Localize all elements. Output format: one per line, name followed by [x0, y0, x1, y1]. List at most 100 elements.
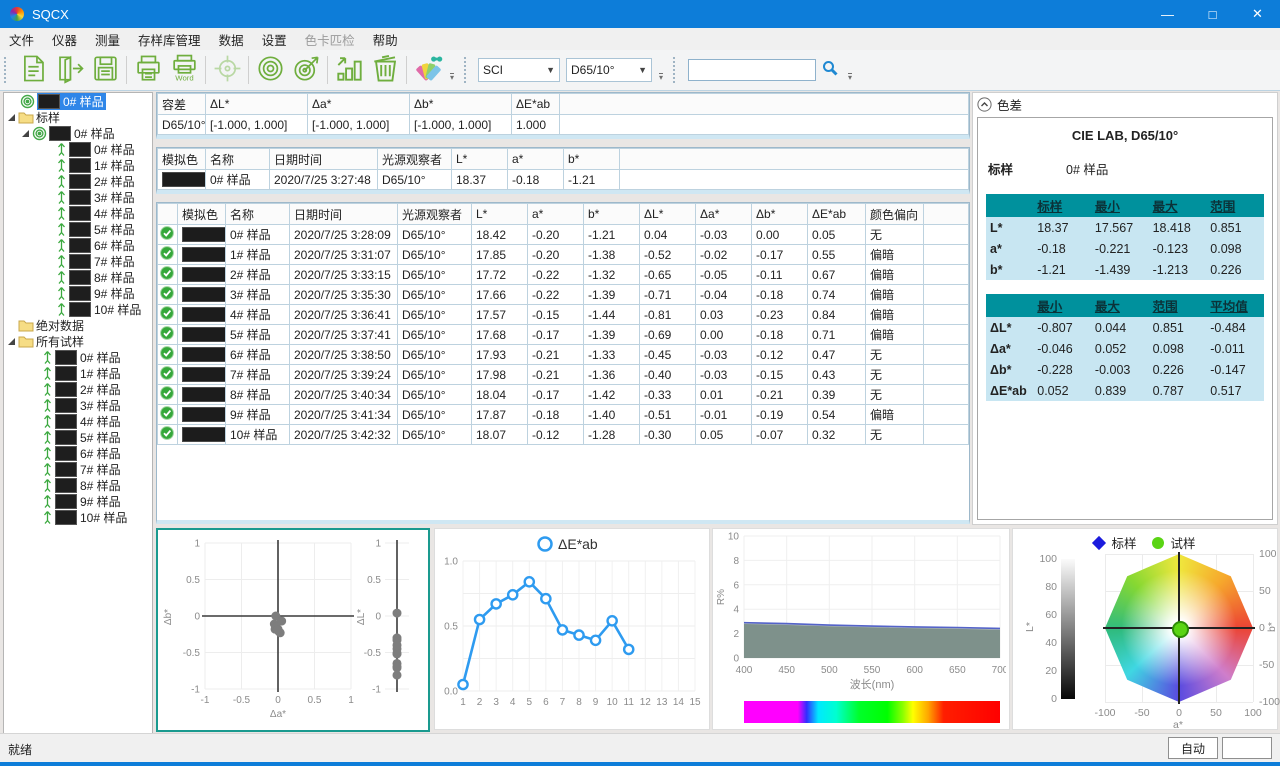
menu-item-5[interactable]: 设置	[253, 27, 296, 52]
maximize-button[interactable]: □	[1190, 0, 1235, 28]
tree-item[interactable]: 1# 样品	[4, 365, 152, 381]
calibrate-target-icon	[212, 53, 243, 87]
tree-item[interactable]: 2# 样品	[4, 381, 152, 397]
tree-item[interactable]: 5# 样品	[4, 221, 152, 237]
new-document-button[interactable]	[15, 52, 51, 88]
table-row: Δb*-0.228-0.0030.226-0.147	[986, 359, 1264, 380]
svg-text:400: 400	[736, 665, 753, 676]
sample-icon	[42, 446, 53, 461]
table-row[interactable]: 2# 样品2020/7/25 3:33:15D65/10°17.72-0.22-…	[158, 265, 969, 285]
toolbar-overflow-icon[interactable]: ▾	[659, 73, 663, 81]
tree-expander-icon[interactable]	[22, 130, 29, 137]
menu-item-4[interactable]: 数据	[210, 27, 253, 52]
illuminant-observer-select[interactable]: D65/10°▼	[566, 58, 652, 82]
tree-item[interactable]: 8# 样品	[4, 477, 152, 493]
tree-expander-icon[interactable]	[8, 338, 15, 345]
toolbar-overflow-icon[interactable]: ▾	[450, 73, 454, 81]
statistics-chart-button[interactable]	[331, 52, 367, 88]
menu-item-2[interactable]: 测量	[86, 27, 129, 52]
toolbar-grip[interactable]	[673, 57, 681, 83]
color-match-fan-button[interactable]	[410, 52, 446, 88]
search-icon[interactable]	[822, 60, 838, 81]
table-row[interactable]: 3# 样品2020/7/25 3:35:30D65/10°17.66-0.22-…	[158, 285, 969, 305]
table-row[interactable]: 9# 样品2020/7/25 3:41:34D65/10°17.87-0.18-…	[158, 405, 969, 425]
tree-item[interactable]: 10# 样品	[4, 509, 152, 525]
tree-item[interactable]: 7# 样品	[4, 461, 152, 477]
table-row[interactable]: 5# 样品2020/7/25 3:37:41D65/10°17.68-0.17-…	[158, 325, 969, 345]
menu-item-7[interactable]: 帮助	[364, 27, 407, 52]
table-row[interactable]: D65/10°[-1.000, 1.000][-1.000, 1.000][-1…	[158, 115, 969, 135]
tree-item[interactable]: 绝对数据	[4, 317, 152, 333]
tree-item[interactable]: 4# 样品	[4, 413, 152, 429]
search-input[interactable]	[688, 59, 816, 81]
pass-check-icon	[160, 326, 174, 340]
tree-item[interactable]: 1# 样品	[4, 157, 152, 173]
color-swatch	[162, 172, 206, 187]
table-row[interactable]: 10# 样品2020/7/25 3:42:32D65/10°18.07-0.12…	[158, 425, 969, 445]
tree-item[interactable]: 5# 样品	[4, 429, 152, 445]
table-header-row: 容差ΔL*Δa*Δb*ΔE*ab	[158, 94, 969, 115]
table-row[interactable]: 1# 样品2020/7/25 3:31:07D65/10°17.85-0.20-…	[158, 245, 969, 265]
menu-item-0[interactable]: 文件	[0, 27, 43, 52]
svg-text:波长(nm): 波长(nm)	[850, 678, 895, 691]
tree-item[interactable]: 所有试样	[4, 333, 152, 349]
toolbar-overflow-icon[interactable]: ▾	[848, 73, 852, 81]
tree-item[interactable]: 0# 样品	[4, 93, 152, 109]
collapse-button[interactable]	[977, 97, 992, 112]
tree-item-label: 0# 样品	[94, 141, 135, 158]
calibration-rings-button[interactable]	[252, 52, 288, 88]
folder-icon	[18, 318, 34, 332]
new-document-icon	[18, 53, 49, 87]
toolbar-grip[interactable]	[464, 57, 472, 83]
save-button[interactable]	[87, 52, 123, 88]
print-button[interactable]	[130, 52, 166, 88]
color-swatch	[55, 430, 77, 445]
calibrate-target-button[interactable]	[209, 52, 245, 88]
tree-item[interactable]: 3# 样品	[4, 189, 152, 205]
svg-text:3: 3	[493, 697, 499, 708]
tree-item[interactable]: 9# 样品	[4, 285, 152, 301]
menu-item-1[interactable]: 仪器	[43, 27, 86, 52]
tree-item[interactable]: 标样	[4, 109, 152, 125]
export-button[interactable]	[51, 52, 87, 88]
color-swatch	[69, 222, 91, 237]
pass-check-icon	[160, 346, 174, 360]
minimize-button[interactable]: —	[1145, 0, 1190, 28]
svg-text:550: 550	[864, 665, 881, 676]
color-swatch	[69, 190, 91, 205]
menu-item-3[interactable]: 存样库管理	[129, 27, 210, 52]
table-header-row: 最小最大范围平均值	[986, 294, 1264, 317]
table-row[interactable]: 7# 样品2020/7/25 3:39:24D65/10°17.98-0.21-…	[158, 365, 969, 385]
table-row[interactable]: 0# 样品2020/7/25 3:27:48D65/10°18.37-0.18-…	[158, 170, 969, 190]
tree-item[interactable]: 7# 样品	[4, 253, 152, 269]
svg-text:1: 1	[194, 539, 200, 550]
tree-item[interactable]: 8# 样品	[4, 269, 152, 285]
tree-item[interactable]: 0# 样品	[4, 125, 152, 141]
close-button[interactable]: ✕	[1235, 0, 1280, 28]
color-swatch	[55, 398, 77, 413]
tree-item[interactable]: 10# 样品	[4, 301, 152, 317]
color-swatch	[182, 267, 226, 282]
menu-item-6[interactable]: 色卡匹检	[296, 27, 364, 52]
toolbar-grip[interactable]	[4, 57, 12, 83]
measure-target-button[interactable]	[288, 52, 324, 88]
measurement-mode-select[interactable]: SCI▼	[478, 58, 560, 82]
tree-item[interactable]: 0# 样品	[4, 141, 152, 157]
print-word-button[interactable]: Word	[166, 52, 202, 88]
tree-item[interactable]: 4# 样品	[4, 205, 152, 221]
table-row[interactable]: 8# 样品2020/7/25 3:40:34D65/10°18.04-0.17-…	[158, 385, 969, 405]
tree-item[interactable]: 6# 样品	[4, 445, 152, 461]
delete-trash-button[interactable]	[367, 52, 403, 88]
svg-text:0: 0	[375, 612, 381, 623]
tree-item[interactable]: 9# 样品	[4, 493, 152, 509]
tree-item[interactable]: 3# 样品	[4, 397, 152, 413]
tree-item[interactable]: 2# 样品	[4, 173, 152, 189]
auto-button[interactable]: 自动	[1168, 737, 1218, 759]
table-row[interactable]: 6# 样品2020/7/25 3:38:50D65/10°17.93-0.21-…	[158, 345, 969, 365]
color-swatch	[182, 307, 226, 322]
table-row[interactable]: 0# 样品2020/7/25 3:28:09D65/10°18.42-0.20-…	[158, 225, 969, 245]
table-row[interactable]: 4# 样品2020/7/25 3:36:41D65/10°17.57-0.15-…	[158, 305, 969, 325]
tree-item[interactable]: 6# 样品	[4, 237, 152, 253]
tree-item[interactable]: 0# 样品	[4, 349, 152, 365]
tree-expander-icon[interactable]	[8, 114, 15, 121]
